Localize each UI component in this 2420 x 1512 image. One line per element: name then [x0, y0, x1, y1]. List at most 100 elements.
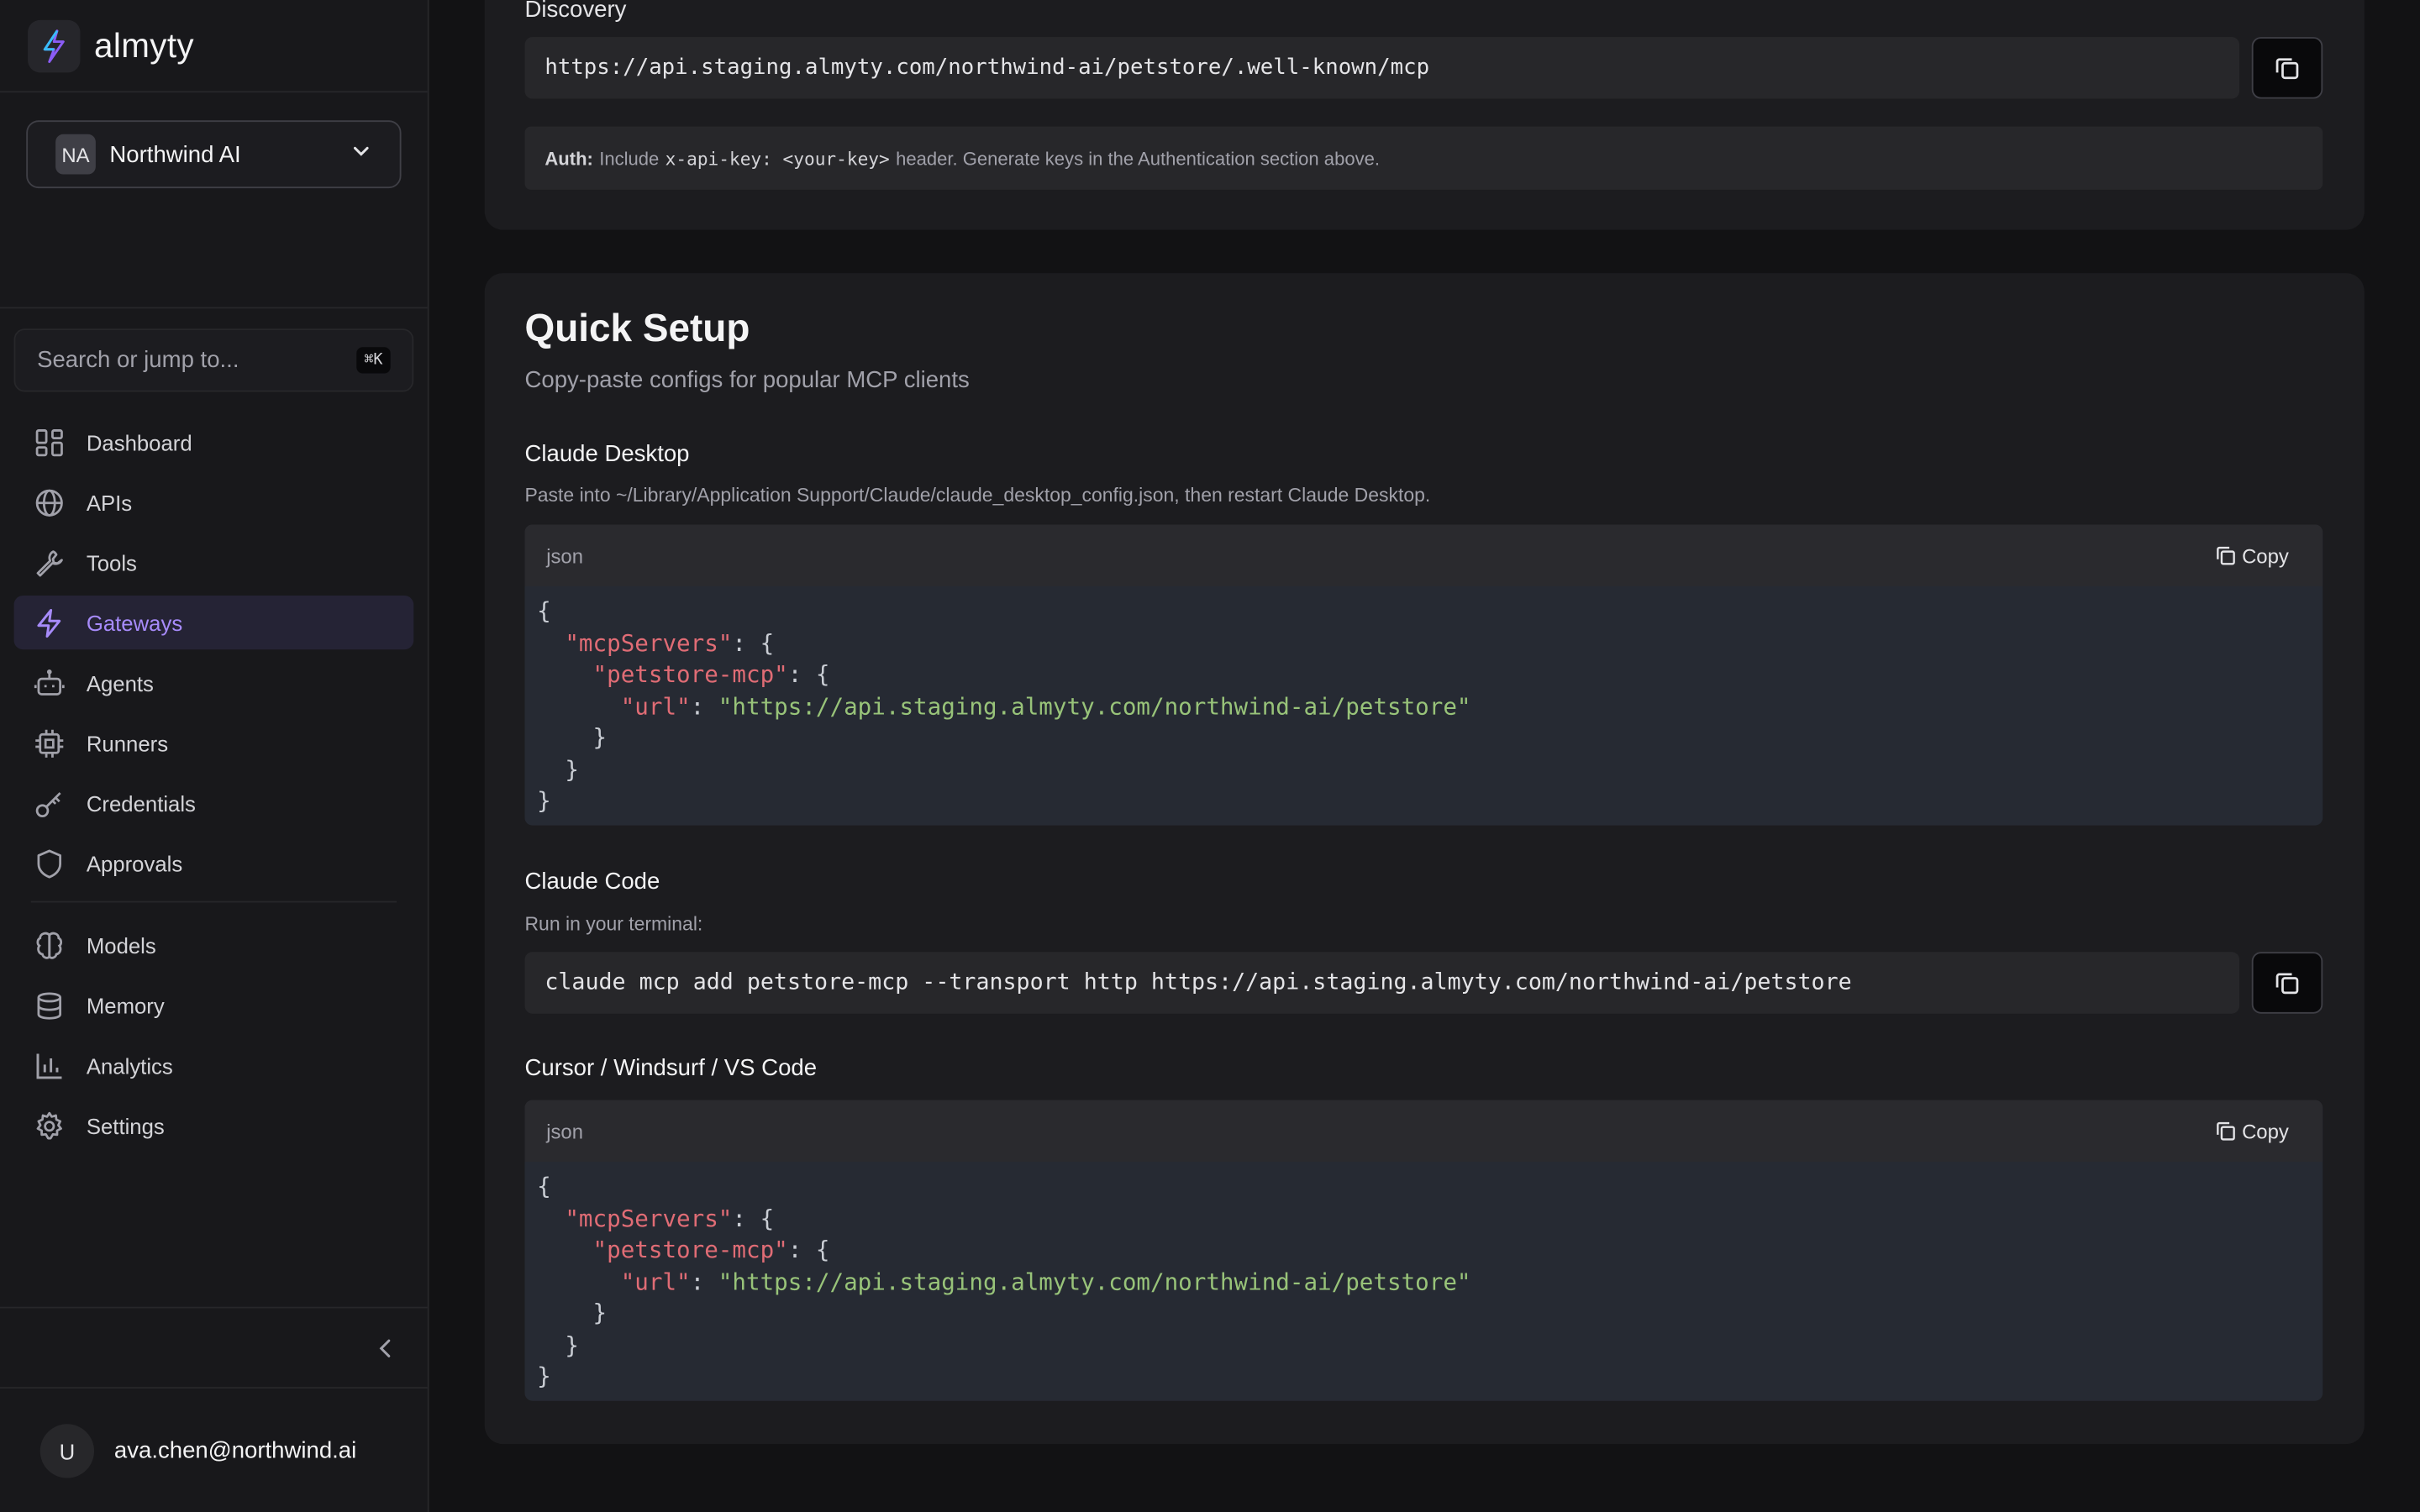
json-string: "https://api.staging.almyty.com/northwin… [718, 691, 1471, 720]
copy-claude-desktop-config-button[interactable]: Copy [2214, 543, 2289, 567]
sidebar-nav: Dashboard APIs Tools Gateways Agents Run… [0, 415, 428, 1152]
claude-code-title: Claude Code [524, 869, 660, 895]
quick-setup-card: Quick Setup Copy-paste configs for popul… [484, 273, 2365, 1445]
cpu-icon [35, 728, 64, 757]
auth-text-post: header. Generate keys in the Authenticat… [896, 147, 1380, 170]
sidebar-collapse-bar [0, 1306, 428, 1389]
copy-claude-code-command-button[interactable] [2251, 952, 2323, 1014]
org-switcher[interactable]: NA Northwind AI [26, 120, 402, 189]
sidebar-item-credentials[interactable]: Credentials [14, 776, 414, 830]
user-profile[interactable]: U ava.chen@northwind.ai [39, 1424, 357, 1478]
claude-code-desc: Run in your terminal: [524, 913, 703, 936]
bot-icon [34, 669, 65, 695]
sidebar: almyty NA Northwind AI ⌘K Dashboard APIs [0, 0, 429, 1512]
auth-note: Auth: Include x-api-key: <your-key> head… [524, 126, 2323, 190]
discovery-label: Discovery [524, 0, 627, 24]
auth-text-pre: Include [599, 147, 660, 170]
user-email: ava.chen@northwind.ai [113, 1437, 357, 1465]
brand-name: almyty [94, 25, 194, 65]
gear-icon [36, 1110, 62, 1139]
almyty-logo-icon[interactable] [28, 18, 81, 72]
sidebar-item-label: Settings [86, 1113, 165, 1138]
brand-header: almyty [0, 0, 428, 93]
claude-desktop-title: Claude Desktop [524, 441, 690, 468]
sidebar-item-tools[interactable]: Tools [14, 535, 414, 589]
json-key: "url" [620, 1267, 691, 1295]
app-window: almyty NA Northwind AI ⌘K Dashboard APIs [0, 0, 2420, 1512]
org-section: NA Northwind AI [0, 92, 428, 309]
sidebar-item-label: Credentials [86, 790, 196, 816]
quick-setup-subtitle: Copy-paste configs for popular MCP clien… [524, 367, 970, 394]
sidebar-item-apis[interactable]: APIs [14, 475, 414, 529]
bolt-icon [37, 608, 61, 638]
sidebar-item-memory[interactable]: Memory [14, 978, 414, 1032]
cursor-code-block: json Copy { "mcpServers": { "petstore-mc… [524, 1100, 2323, 1401]
dashboard-icon [35, 428, 63, 456]
json-key: "mcpServers" [565, 628, 733, 657]
copy-icon [2275, 973, 2299, 995]
code-block-header: json Copy [524, 524, 2323, 586]
auth-label: Auth: [544, 147, 593, 170]
copy-label: Copy [2242, 543, 2289, 567]
json-string: "https://api.staging.almyty.com/northwin… [718, 1267, 1471, 1295]
main-content: Discovery https://api.staging.almyty.com… [429, 0, 2420, 1512]
nav-divider [30, 900, 397, 903]
sidebar-item-label: Dashboard [86, 429, 192, 454]
sidebar-item-label: Runners [86, 730, 169, 756]
json-key: "petstore-mcp" [592, 1236, 788, 1264]
org-avatar: NA [55, 134, 96, 175]
quick-setup-title: Quick Setup [524, 307, 750, 350]
sidebar-item-runners[interactable]: Runners [14, 716, 414, 769]
discovery-url-field[interactable]: https://api.staging.almyty.com/northwind… [524, 37, 2240, 99]
sidebar-item-label: Agents [86, 670, 154, 696]
code-block-header: json Copy [524, 1100, 2323, 1163]
bar-chart-icon [36, 1053, 62, 1079]
claude-desktop-desc: Paste into ~/Library/Application Support… [524, 484, 1431, 507]
sidebar-item-label: Approvals [86, 850, 183, 876]
auth-header-code: x-api-key: <your-key> [665, 147, 890, 170]
globe-icon [35, 488, 63, 516]
org-name: Northwind AI [109, 141, 241, 168]
code-language-label: json [546, 543, 584, 567]
collapse-sidebar-button[interactable] [372, 1335, 400, 1362]
copy-icon [2216, 1121, 2235, 1141]
sidebar-item-label: Analytics [86, 1053, 173, 1078]
search-input[interactable] [37, 347, 357, 374]
shield-icon [37, 848, 62, 878]
copy-icon [2216, 546, 2235, 565]
sidebar-item-agents[interactable]: Agents [14, 656, 414, 710]
sidebar-item-settings[interactable]: Settings [14, 1099, 414, 1152]
database-icon [37, 991, 62, 1019]
copy-cursor-config-button[interactable]: Copy [2214, 1119, 2289, 1143]
json-key: "petstore-mcp" [592, 660, 788, 689]
search-shortcut-badge: ⌘K [356, 347, 391, 374]
json-key: "url" [620, 691, 691, 720]
cursor-title: Cursor / Windsurf / VS Code [524, 1055, 818, 1082]
sidebar-item-dashboard[interactable]: Dashboard [14, 415, 414, 469]
wrench-icon [36, 549, 63, 576]
key-icon [35, 791, 61, 817]
sidebar-item-gateways[interactable]: Gateways [13, 595, 414, 650]
sidebar-item-label: Memory [86, 992, 165, 1018]
code-content: { "mcpServers": { "petstore-mcp": { "url… [537, 1172, 1471, 1390]
copy-label: Copy [2242, 1119, 2289, 1143]
sidebar-item-label: Models [86, 932, 156, 958]
brain-icon [36, 931, 63, 958]
avatar: U [39, 1424, 95, 1478]
discovery-card: Discovery https://api.staging.almyty.com… [484, 0, 2365, 230]
chevron-down-icon [350, 139, 372, 169]
sidebar-item-analytics[interactable]: Analytics [14, 1038, 414, 1092]
sidebar-item-label: Gateways [86, 610, 183, 635]
search-box[interactable]: ⌘K [13, 328, 414, 392]
claude-desktop-code-block: json Copy { "mcpServers": { "petstore-mc… [524, 524, 2323, 826]
sidebar-item-approvals[interactable]: Approvals [14, 836, 414, 890]
copy-icon [2275, 58, 2299, 80]
json-key: "mcpServers" [565, 1204, 733, 1232]
chevron-left-icon [379, 1339, 391, 1357]
claude-code-command-field[interactable]: claude mcp add petstore-mcp --transport … [524, 952, 2240, 1014]
sidebar-item-models[interactable]: Models [14, 918, 414, 972]
code-content: { "mcpServers": { "petstore-mcp": { "url… [537, 596, 1471, 815]
code-language-label: json [546, 1119, 584, 1143]
sidebar-item-label: Tools [86, 549, 137, 575]
copy-discovery-url-button[interactable] [2251, 37, 2323, 99]
